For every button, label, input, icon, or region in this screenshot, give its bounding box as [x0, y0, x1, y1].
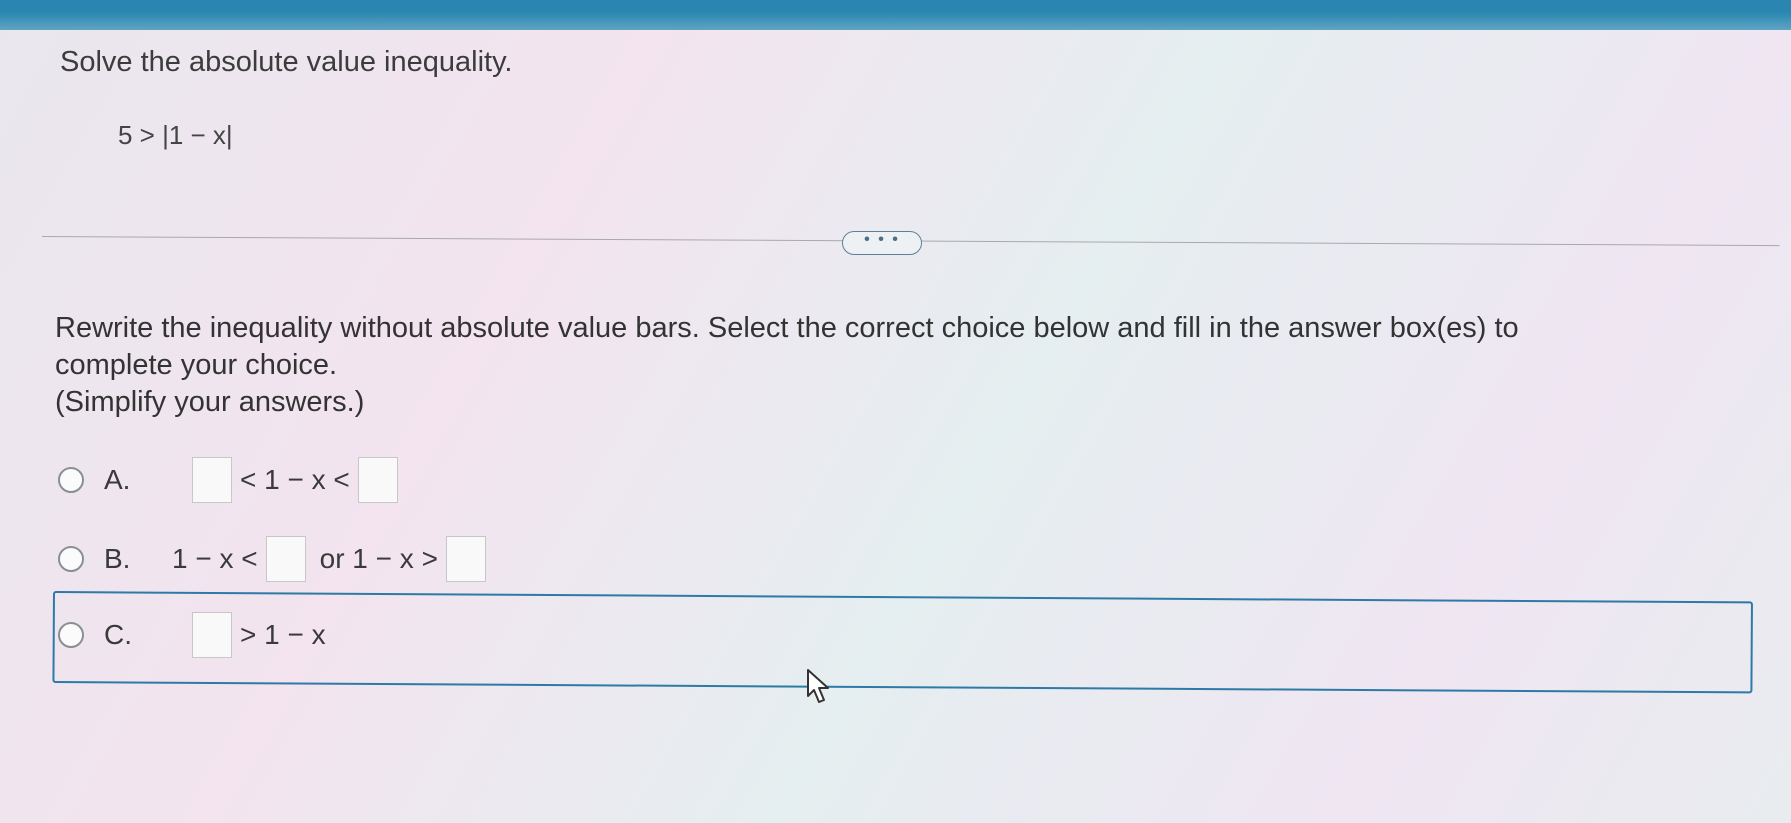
more-dots-label: • • •	[864, 231, 900, 248]
instruction-line-1: Rewrite the inequality without absolute …	[55, 312, 1519, 344]
choice-a-answer-box-1[interactable]	[192, 457, 232, 503]
instruction-text: Rewrite the inequality without absolute …	[55, 310, 1765, 421]
choice-b-expression-2: or 1 − x >	[319, 543, 438, 574]
choice-b-answer-box-2[interactable]	[445, 536, 486, 582]
mouse-pointer-icon	[807, 669, 829, 703]
expand-more-button[interactable]: • • •	[842, 231, 922, 255]
instruction-line-2: complete your choice.	[55, 349, 338, 381]
choice-c-answer-box[interactable]	[192, 612, 232, 658]
choice-c-letter: C.	[104, 619, 132, 650]
choice-b-radio[interactable]	[58, 546, 84, 572]
choice-a-letter: A.	[104, 464, 131, 495]
instruction-line-3: (Simplify your answers.)	[55, 386, 365, 418]
question-title: Solve the absolute value inequality.	[60, 46, 513, 78]
choice-a-row: A. < 1 − x <	[58, 455, 398, 505]
choice-b-answer-box-1[interactable]	[265, 536, 306, 582]
choice-c-radio[interactable]	[58, 622, 84, 648]
choice-b-row: B. 1 − x < or 1 − x >	[58, 534, 486, 584]
choice-c-row: C. > 1 − x	[58, 610, 334, 660]
choice-b-letter: B.	[104, 543, 131, 574]
choice-b-expression-1: 1 − x <	[172, 543, 258, 574]
choice-a-expression: < 1 − x <	[240, 464, 350, 495]
question-inequality: 5 > |1 − x|	[118, 120, 233, 150]
choice-a-radio[interactable]	[58, 467, 84, 493]
top-bar-shade	[0, 0, 1791, 30]
choice-a-answer-box-2[interactable]	[357, 457, 398, 503]
choice-c-expression: > 1 − x	[240, 619, 326, 650]
